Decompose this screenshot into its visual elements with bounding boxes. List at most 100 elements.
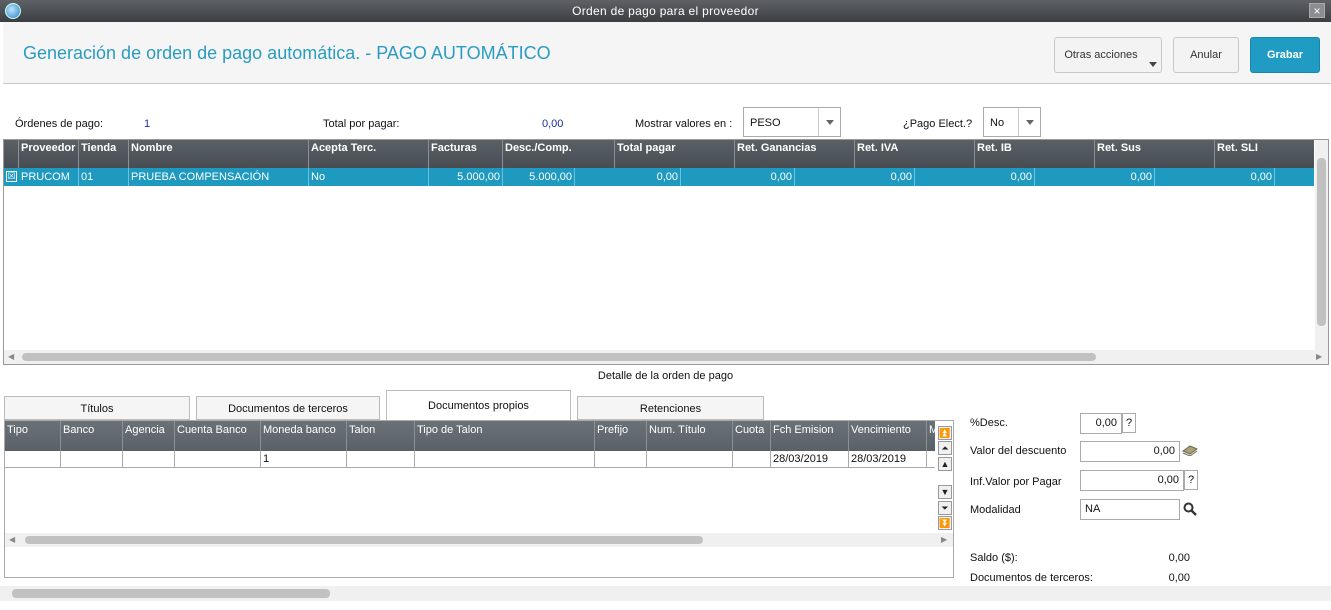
desc-pct-help-button[interactable]: ? [1122, 413, 1136, 433]
pago-dropdown-button[interactable] [1018, 108, 1040, 136]
grid-header-facturas[interactable]: Facturas [429, 140, 503, 168]
tab-retenciones[interactable]: Retenciones [577, 396, 764, 420]
page-horizontal-scrollbar[interactable] [0, 586, 1331, 601]
otras-acciones-button[interactable]: Otras acciones [1054, 37, 1162, 73]
dgrid-header-moneda[interactable]: Moneda banco [261, 421, 347, 451]
table-row[interactable]: 1 28/03/2019 28/03/2019 [5, 451, 935, 468]
cell-ret-ib[interactable]: 0,00 [915, 168, 1035, 186]
dcell-fch-emision[interactable]: 28/03/2019 [771, 451, 849, 468]
dgrid-header-cuenta[interactable]: Cuenta Banco [175, 421, 261, 451]
modalidad-field[interactable]: NA [1080, 499, 1180, 520]
mostrar-select[interactable]: PESO [743, 107, 841, 137]
tab-titulos[interactable]: Títulos [4, 396, 190, 420]
dgrid-header-vencimiento[interactable]: Vencimiento [849, 421, 927, 451]
grid-header-ret-sus[interactable]: Ret. Sus [1095, 140, 1215, 168]
cell-ret-ganancias[interactable]: 0,00 [681, 168, 795, 186]
grid-header-ret-ib[interactable]: Ret. IB [975, 140, 1095, 168]
valor-desc-field[interactable]: 0,00 [1080, 441, 1180, 462]
dcell-moneda[interactable]: 1 [261, 451, 347, 468]
scroll-right-icon[interactable]: ▶ [1316, 352, 1322, 361]
grid-hscroll-thumb[interactable] [22, 353, 1096, 361]
grid-header-nombre[interactable]: Nombre [129, 140, 309, 168]
cell-acepta[interactable]: No [309, 168, 429, 186]
grid-header-tienda[interactable]: Tienda [79, 140, 129, 168]
cell-tienda[interactable]: 01 [79, 168, 129, 186]
table-row[interactable]: ☒ PRUCOM 01 PRUEBA COMPENSACIÓN No 5.000… [4, 168, 1314, 186]
page-hscroll-thumb[interactable] [12, 589, 330, 598]
dcell-num-titulo[interactable] [647, 451, 733, 468]
dcell-cuenta[interactable] [175, 451, 261, 468]
grid-vscroll-thumb[interactable] [1317, 158, 1326, 326]
cell-proveedor[interactable]: PRUCOM [19, 168, 79, 186]
scroll-right-icon[interactable]: ▶ [941, 535, 947, 544]
grid-vertical-scrollbar[interactable] [1315, 140, 1328, 350]
dcell-agencia[interactable] [123, 451, 175, 468]
close-button[interactable]: × [1309, 3, 1325, 18]
dcell-m[interactable] [927, 451, 935, 468]
search-icon[interactable] [1183, 502, 1197, 516]
doc-terceros-value: 0,00 [1168, 572, 1190, 584]
pago-select-value: No [990, 117, 1005, 129]
tab-documentos-terceros[interactable]: Documentos de terceros [196, 396, 380, 420]
grid-header-ret-iva[interactable]: Ret. IVA [855, 140, 975, 168]
grid-header-acepta[interactable]: Acepta Terc. [309, 140, 429, 168]
grid-header-ret-sli[interactable]: Ret. SLI [1215, 140, 1314, 168]
dgrid-header-talon[interactable]: Talon [347, 421, 415, 451]
dgrid-header-tipo-talon[interactable]: Tipo de Talon [415, 421, 595, 451]
dcell-prefijo[interactable] [595, 451, 647, 468]
move-down-icon[interactable]: ▼ [938, 485, 952, 499]
row-checkbox[interactable]: ☒ [6, 171, 17, 182]
scroll-left-icon[interactable]: ◀ [8, 352, 14, 361]
detail-hscroll-thumb[interactable] [25, 536, 703, 544]
move-bottom-icon[interactable]: ⏬ [938, 516, 952, 530]
dcell-talon[interactable] [347, 451, 415, 468]
move-up-icon[interactable]: ▲ [938, 457, 952, 471]
dgrid-header-tipo[interactable]: Tipo [5, 421, 61, 451]
inf-valor-help-button[interactable]: ? [1184, 470, 1198, 490]
dgrid-header-fch-emision[interactable]: Fch Emision [771, 421, 849, 451]
cell-ret-iva[interactable]: 0,00 [795, 168, 915, 186]
desc-pct-label: %Desc. [970, 417, 1008, 429]
cell-ret-sus[interactable]: 0,00 [1035, 168, 1155, 186]
total-label: Total por pagar: [323, 118, 400, 130]
chevron-down-icon [1026, 120, 1034, 125]
scroll-left-icon[interactable]: ◀ [9, 535, 15, 544]
cell-ret-sli[interactable]: 0,00 [1155, 168, 1275, 186]
grid-header-desc[interactable]: Desc./Comp. [503, 140, 615, 168]
inf-valor-field[interactable]: 0,00 [1080, 470, 1184, 491]
grid-header-total[interactable]: Total pagar [615, 140, 735, 168]
grid-horizontal-scrollbar[interactable]: ◀ ▶ [4, 350, 1328, 364]
dcell-banco[interactable] [61, 451, 123, 468]
money-icon[interactable] [1181, 444, 1199, 457]
detail-grid-header: Tipo Banco Agencia Cuenta Banco Moneda b… [5, 421, 935, 451]
detail-title: Detalle de la orden de pago [597, 370, 734, 382]
dgrid-header-prefijo[interactable]: Prefijo [595, 421, 647, 451]
dcell-vencimiento[interactable]: 28/03/2019 [849, 451, 927, 468]
dgrid-header-m[interactable]: M [927, 421, 935, 451]
cell-facturas[interactable]: 5.000,00 [429, 168, 503, 186]
dgrid-header-num-titulo[interactable]: Num. Título [647, 421, 733, 451]
detail-horizontal-scrollbar[interactable]: ◀ ▶ [5, 533, 953, 547]
cell-desc[interactable]: 5.000,00 [503, 168, 575, 186]
mostrar-label: Mostrar valores en : [635, 118, 733, 130]
pago-select[interactable]: No [983, 107, 1041, 137]
dcell-cuota[interactable] [733, 451, 771, 468]
move-up-fast-icon[interactable]: ⏶ [938, 441, 952, 455]
dcell-tipo-talon[interactable] [415, 451, 595, 468]
mostrar-dropdown-button[interactable] [818, 108, 840, 136]
grabar-button[interactable]: Grabar [1250, 37, 1320, 73]
dcell-tipo[interactable] [5, 451, 61, 468]
dgrid-header-cuota[interactable]: Cuota [733, 421, 771, 451]
dgrid-header-banco[interactable]: Banco [61, 421, 123, 451]
mostrar-select-value: PESO [750, 117, 781, 129]
dgrid-header-agencia[interactable]: Agencia [123, 421, 175, 451]
move-top-icon[interactable]: ⏫ [938, 426, 952, 440]
grid-header-proveedor[interactable]: Proveedor [19, 140, 79, 168]
anular-button[interactable]: Anular [1173, 37, 1239, 73]
grid-header-ret-ganancias[interactable]: Ret. Ganancias [735, 140, 855, 168]
move-down-fast-icon[interactable]: ⏷ [938, 501, 952, 515]
tab-documentos-propios[interactable]: Documentos propios [386, 390, 571, 420]
cell-total[interactable]: 0,00 [575, 168, 681, 186]
cell-nombre[interactable]: PRUEBA COMPENSACIÓN [129, 168, 309, 186]
desc-pct-field[interactable]: 0,00 [1080, 413, 1122, 434]
